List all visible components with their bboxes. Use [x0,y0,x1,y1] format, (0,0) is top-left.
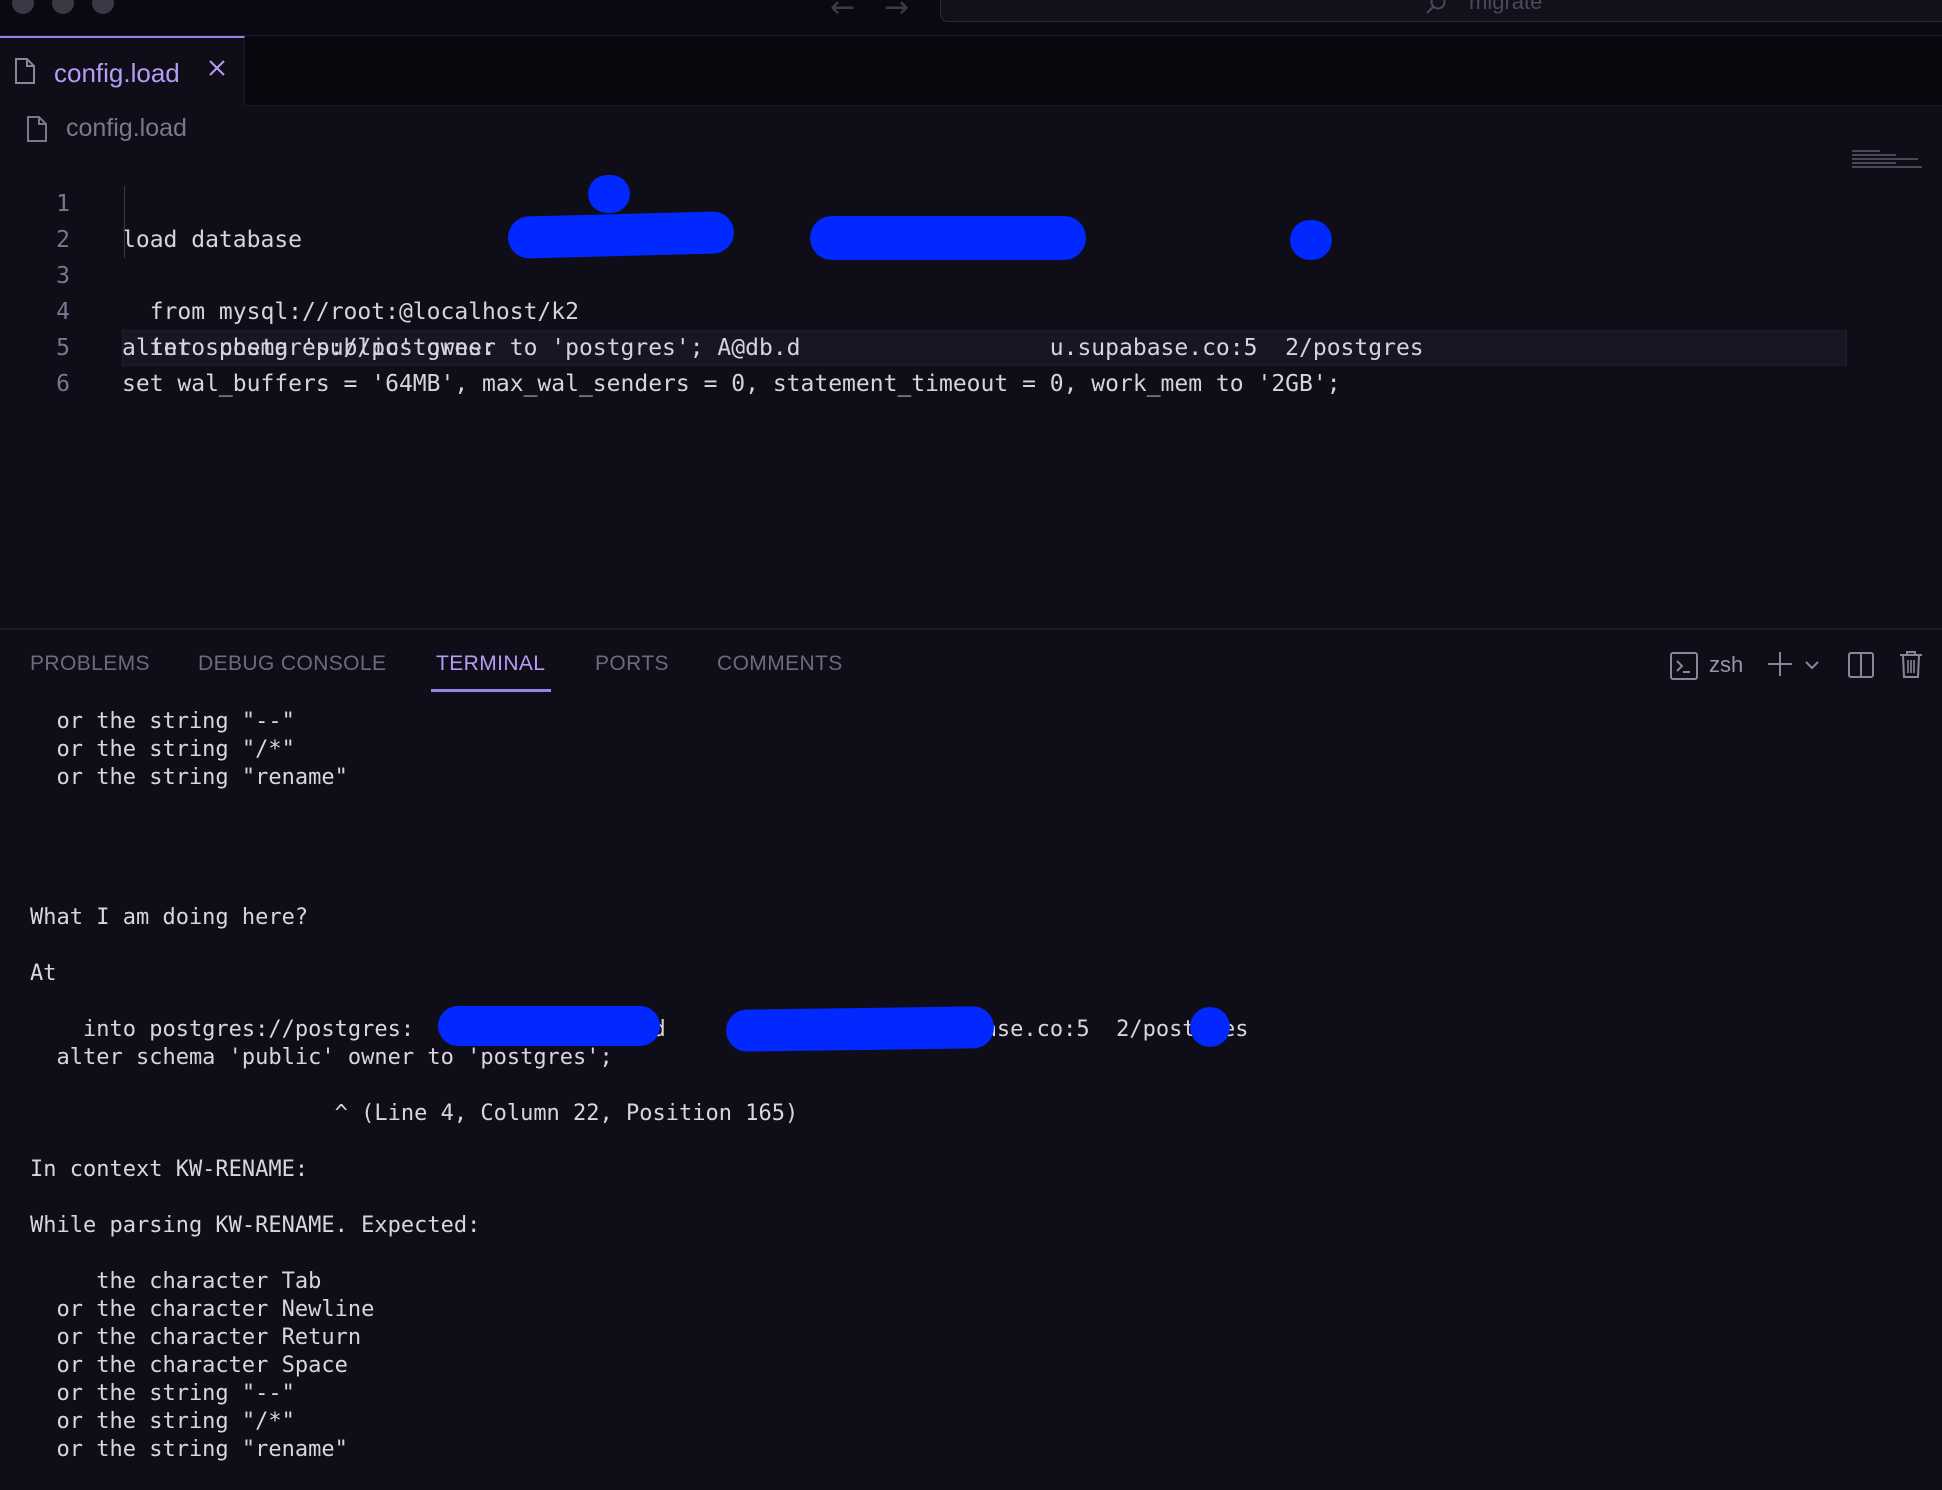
minimap[interactable] [1852,150,1922,172]
terminal-line: the character Tab [30,1269,322,1294]
redaction-mark [725,1006,995,1052]
terminal-line: or the string "/*" [30,737,295,762]
tab-config-load[interactable]: config.load [0,36,245,106]
close-icon[interactable] [205,56,229,80]
split-terminal-icon[interactable] [1848,652,1874,678]
search-icon [1426,0,1446,14]
terminal-line: or the string "rename" [30,1437,348,1462]
line-text: set wal_buffers = '64MB', max_wal_sender… [122,371,1341,397]
trash-icon[interactable] [1899,650,1923,678]
terminal-line: What I am doing here? [30,905,309,930]
tab-ports[interactable]: Ports [595,652,669,676]
terminal-output[interactable]: or the string "--" or the string "/*" or… [0,700,1942,1490]
active-tab-indicator [431,689,551,692]
code-line: 5 set wal_buffers = '64MB', max_wal_send… [0,294,1870,397]
breadcrumb: config.load [0,106,1942,154]
code-line: 6 [0,330,1870,397]
terminal-icon[interactable] [1670,652,1698,680]
tab-problems[interactable]: Problems [30,652,150,676]
line-number: 6 [56,371,70,397]
minimap-line [1852,158,1918,160]
indent-guide [124,186,125,222]
terminal-line: While parsing KW-RENAME. Expected: [30,1213,481,1238]
redaction-mark [438,1006,660,1046]
terminal-line: or the character Space [30,1353,348,1378]
code-line: 4 alter schema 'public' owner to 'postgr… [0,258,1870,361]
search-text: migrate [1469,0,1543,14]
code-line: 1 load database [0,150,1870,253]
tab-terminal[interactable]: Terminal [436,652,545,676]
redaction-mark [810,216,1086,260]
terminal-line: ^ (Line 4, Column 22, Position 165) [30,1101,799,1126]
forward-arrow-icon[interactable]: → [884,0,909,25]
minimize-window-button[interactable] [52,0,74,14]
terminal-line: In context KW-RENAME: [30,1157,309,1182]
title-bar: ← → migrate [0,0,1942,36]
back-arrow-icon[interactable]: ← [830,0,855,25]
minimap-line [1852,154,1896,156]
redaction-mark [1190,1007,1230,1047]
tab-comments[interactable]: Comments [717,652,843,676]
close-window-button[interactable] [12,0,34,14]
terminal-line: or the string "--" [30,709,295,734]
editor-tab-bar: config.load [0,36,1942,106]
redaction-mark [1290,220,1332,260]
panel-tab-bar: Problems Debug Console Terminal Ports Co… [0,630,1942,700]
tab-label: config.load [54,58,180,88]
minimap-line [1852,150,1880,152]
terminal-line: At [30,961,57,986]
terminal-line: or the string "--" [30,1381,295,1406]
file-icon [27,116,47,142]
terminal-shell-label[interactable]: zsh [1709,652,1743,678]
redaction-mark [588,175,630,213]
terminal-line: or the character Return [30,1325,362,1350]
minimap-line [1852,166,1922,168]
command-center-search[interactable]: migrate [940,0,1942,22]
file-icon [15,58,35,84]
indent-guide [124,222,125,258]
chevron-down-icon[interactable] [1804,658,1820,672]
tab-debug-console[interactable]: Debug Console [198,652,386,676]
minimap-line [1852,162,1896,164]
redaction-mark [507,211,735,259]
maximize-window-button[interactable] [92,0,114,14]
terminal-line: or the string "rename" [30,765,348,790]
code-editor[interactable]: 1 load database 2 from mysql://root:@loc… [0,150,1942,628]
plus-icon[interactable] [1766,650,1794,678]
terminal-line: or the string "/*" [30,1409,295,1434]
breadcrumb-file[interactable]: config.load [66,114,187,143]
terminal-line: or the character Newline [30,1297,375,1322]
